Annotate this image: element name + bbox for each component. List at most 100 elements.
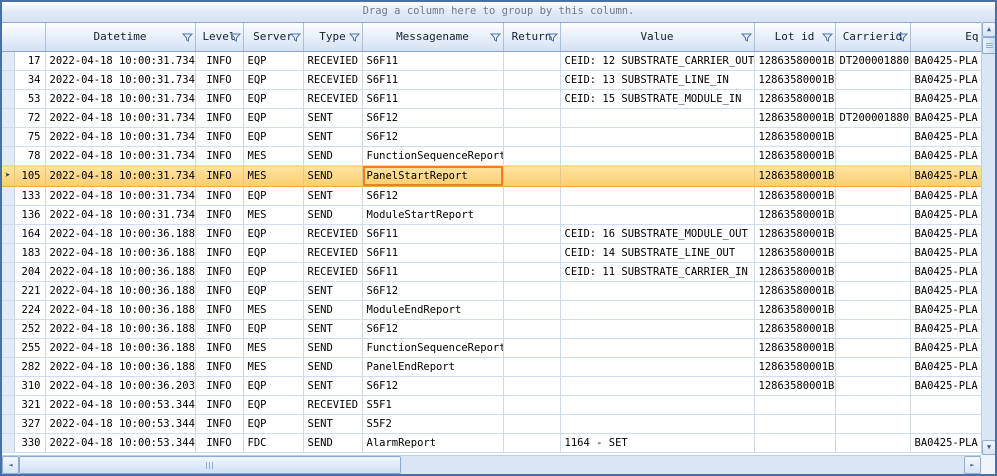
cell-lotid[interactable]: 12863580001B: [754, 187, 835, 206]
cell-rownum[interactable]: 136: [14, 206, 45, 225]
cell-eq[interactable]: [910, 415, 981, 434]
cell-messagename[interactable]: FunctionSequenceReport: [362, 147, 503, 166]
cell-rownum[interactable]: 255: [14, 339, 45, 358]
scroll-down-button[interactable]: ▼: [982, 440, 996, 455]
cell-datetime[interactable]: 2022-04-18 10:00:36.188: [45, 339, 195, 358]
cell-server[interactable]: EQP: [243, 128, 303, 147]
filter-icon[interactable]: [490, 32, 501, 43]
cell-eq[interactable]: BA0425-PLA: [910, 263, 981, 282]
row-indicator[interactable]: [2, 358, 14, 377]
cell-lotid[interactable]: 12863580001B: [754, 320, 835, 339]
cell-carrierid[interactable]: [835, 147, 910, 166]
cell-level[interactable]: INFO: [195, 128, 243, 147]
vertical-scrollbar[interactable]: ▲ ▼: [981, 22, 995, 455]
cell-return[interactable]: [503, 244, 560, 263]
cell-level[interactable]: INFO: [195, 52, 243, 71]
table-row[interactable]: 2042022-04-18 10:00:36.188INFOEQPRECEVIE…: [2, 263, 981, 282]
cell-messagename[interactable]: ModuleEndReport: [362, 301, 503, 320]
cell-datetime[interactable]: 2022-04-18 10:00:36.188: [45, 320, 195, 339]
cell-level[interactable]: INFO: [195, 225, 243, 244]
cell-lotid[interactable]: 12863580001B: [754, 263, 835, 282]
cell-carrierid[interactable]: [835, 339, 910, 358]
cell-lotid[interactable]: 12863580001B: [754, 244, 835, 263]
cell-datetime[interactable]: 2022-04-18 10:00:31.734: [45, 147, 195, 166]
cell-carrierid[interactable]: [835, 282, 910, 301]
cell-datetime[interactable]: 2022-04-18 10:00:36.203: [45, 377, 195, 396]
cell-return[interactable]: [503, 339, 560, 358]
filter-icon[interactable]: [822, 32, 833, 43]
cell-return[interactable]: [503, 128, 560, 147]
cell-carrierid[interactable]: [835, 434, 910, 453]
scroll-left-button[interactable]: ◄: [2, 456, 19, 474]
cell-messagename[interactable]: S6F12: [362, 109, 503, 128]
cell-return[interactable]: [503, 377, 560, 396]
cell-level[interactable]: INFO: [195, 263, 243, 282]
table-row[interactable]: 3302022-04-18 10:00:53.344INFOFDCSENDAla…: [2, 434, 981, 453]
row-indicator[interactable]: [2, 339, 14, 358]
row-indicator[interactable]: [2, 71, 14, 90]
filter-icon[interactable]: [182, 32, 193, 43]
row-indicator[interactable]: [2, 109, 14, 128]
cell-lotid[interactable]: 12863580001B: [754, 339, 835, 358]
cell-server[interactable]: FDC: [243, 434, 303, 453]
cell-type[interactable]: RECEVIED: [303, 396, 362, 415]
cell-messagename[interactable]: S6F11: [362, 244, 503, 263]
cell-server[interactable]: EQP: [243, 90, 303, 109]
cell-value[interactable]: [560, 166, 754, 187]
cell-level[interactable]: INFO: [195, 187, 243, 206]
cell-level[interactable]: INFO: [195, 282, 243, 301]
cell-rownum[interactable]: 17: [14, 52, 45, 71]
cell-carrierid[interactable]: [835, 187, 910, 206]
cell-datetime[interactable]: 2022-04-18 10:00:31.734: [45, 71, 195, 90]
cell-return[interactable]: [503, 166, 560, 187]
filter-icon[interactable]: [897, 32, 908, 43]
cell-type[interactable]: RECEVIED: [303, 71, 362, 90]
cell-type[interactable]: SENT: [303, 282, 362, 301]
row-indicator[interactable]: [2, 301, 14, 320]
cell-type[interactable]: RECEVIED: [303, 244, 362, 263]
cell-datetime[interactable]: 2022-04-18 10:00:36.188: [45, 358, 195, 377]
cell-level[interactable]: INFO: [195, 71, 243, 90]
table-row[interactable]: 3212022-04-18 10:00:53.344INFOEQPRECEVIE…: [2, 396, 981, 415]
cell-return[interactable]: [503, 434, 560, 453]
table-row[interactable]: ➤1052022-04-18 10:00:31.734INFOMESSENDPa…: [2, 166, 981, 187]
cell-type[interactable]: SENT: [303, 377, 362, 396]
cell-messagename[interactable]: S6F12: [362, 320, 503, 339]
cell-eq[interactable]: BA0425-PLA: [910, 147, 981, 166]
row-indicator[interactable]: [2, 396, 14, 415]
cell-return[interactable]: [503, 282, 560, 301]
cell-level[interactable]: INFO: [195, 339, 243, 358]
cell-rownum[interactable]: 221: [14, 282, 45, 301]
row-indicator[interactable]: [2, 263, 14, 282]
cell-value[interactable]: [560, 358, 754, 377]
cell-value[interactable]: CEID: 12 SUBSTRATE_CARRIER_OUT: [560, 52, 754, 71]
cell-type[interactable]: SEND: [303, 147, 362, 166]
table-row[interactable]: 1362022-04-18 10:00:31.734INFOMESSENDMod…: [2, 206, 981, 225]
cell-server[interactable]: MES: [243, 206, 303, 225]
cell-messagename[interactable]: S5F2: [362, 415, 503, 434]
cell-lotid[interactable]: [754, 396, 835, 415]
table-row[interactable]: 2242022-04-18 10:00:36.188INFOMESSENDMod…: [2, 301, 981, 320]
cell-lotid[interactable]: 12863580001B: [754, 301, 835, 320]
cell-return[interactable]: [503, 109, 560, 128]
cell-carrierid[interactable]: [835, 206, 910, 225]
filter-icon[interactable]: [547, 32, 558, 43]
cell-server[interactable]: EQP: [243, 225, 303, 244]
cell-datetime[interactable]: 2022-04-18 10:00:53.344: [45, 434, 195, 453]
cell-messagename[interactable]: S6F12: [362, 187, 503, 206]
cell-level[interactable]: INFO: [195, 396, 243, 415]
cell-datetime[interactable]: 2022-04-18 10:00:36.188: [45, 225, 195, 244]
row-indicator[interactable]: ➤: [2, 166, 14, 187]
cell-rownum[interactable]: 75: [14, 128, 45, 147]
cell-type[interactable]: SENT: [303, 128, 362, 147]
cell-rownum[interactable]: 224: [14, 301, 45, 320]
cell-rownum[interactable]: 53: [14, 90, 45, 109]
cell-return[interactable]: [503, 147, 560, 166]
column-header-eq[interactable]: Eq: [910, 23, 981, 52]
cell-server[interactable]: MES: [243, 147, 303, 166]
cell-type[interactable]: SEND: [303, 339, 362, 358]
cell-lotid[interactable]: 12863580001B: [754, 52, 835, 71]
scroll-right-button[interactable]: ►: [964, 456, 981, 474]
cell-lotid[interactable]: [754, 415, 835, 434]
horizontal-scroll-thumb[interactable]: [19, 456, 401, 474]
